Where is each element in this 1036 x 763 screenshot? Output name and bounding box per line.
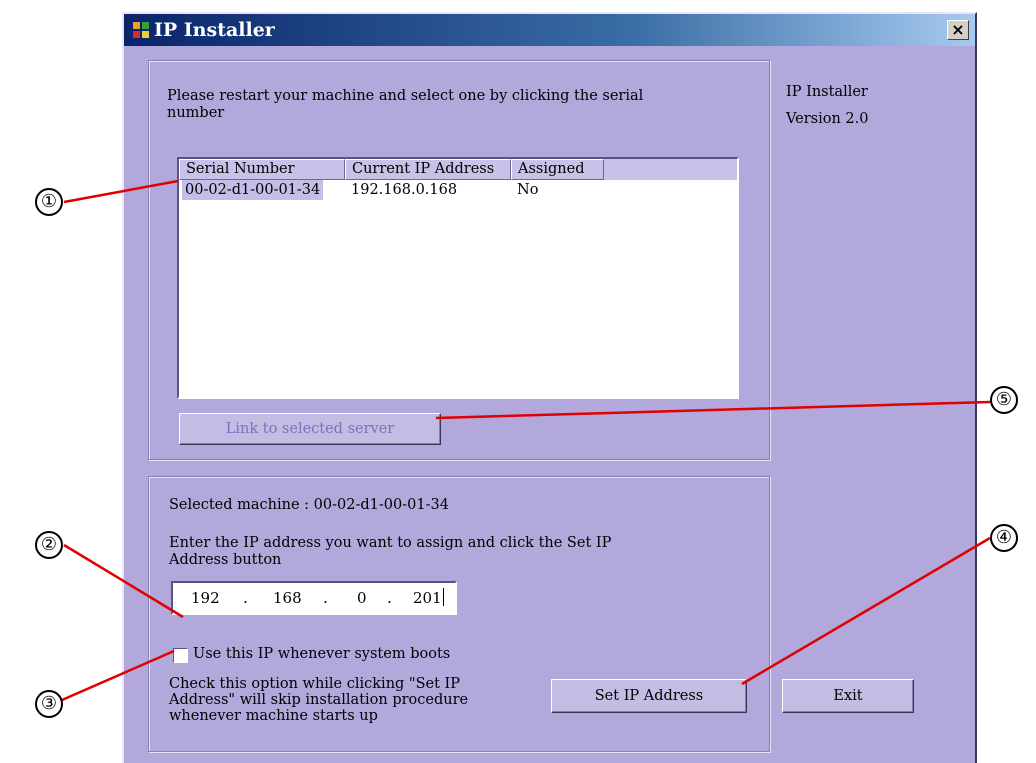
- ip-dot: .: [243, 589, 248, 607]
- use-ip-on-boot-checkbox[interactable]: [173, 648, 188, 663]
- app-icon: [133, 22, 149, 38]
- callout-marker-2: ②: [35, 531, 63, 559]
- ip-address-input[interactable]: 192 . 168 . 0 . 201: [171, 581, 457, 615]
- callout-marker-1: ①: [35, 188, 63, 216]
- restart-prompt: Please restart your machine and select o…: [167, 88, 644, 121]
- title-bar: IP Installer ×: [124, 14, 975, 46]
- ip-octet-4-value: 201: [413, 589, 442, 607]
- close-button[interactable]: ×: [947, 20, 969, 40]
- text-cursor: [442, 588, 444, 606]
- assigned-cell: No: [517, 182, 539, 198]
- ip-octet-3[interactable]: 0: [357, 583, 367, 613]
- app-version: Version 2.0: [786, 111, 869, 127]
- column-assigned[interactable]: Assigned: [511, 159, 604, 180]
- window-title: IP Installer: [154, 19, 275, 41]
- server-list-group: Please restart your machine and select o…: [148, 60, 770, 460]
- app-name: IP Installer: [786, 84, 868, 100]
- selected-machine-label: Selected machine : 00-02-d1-00-01-34: [169, 497, 449, 513]
- ip-octet-2[interactable]: 168: [273, 583, 302, 613]
- ip-installer-window: IP Installer × Please restart your machi…: [122, 12, 977, 763]
- ip-octet-1[interactable]: 192: [191, 583, 220, 613]
- list-item[interactable]: 00-02-d1-00-01-34 192.168.0.168 No: [179, 180, 737, 200]
- app-info: IP Installer Version 2.0: [786, 84, 868, 128]
- ip-dot: .: [323, 589, 328, 607]
- set-ip-address-button[interactable]: Set IP Address: [551, 679, 747, 713]
- serial-number-cell[interactable]: 00-02-d1-00-01-34: [182, 180, 324, 200]
- callout-marker-5: ⑤: [990, 386, 1018, 414]
- current-ip-cell: 192.168.0.168: [351, 182, 458, 198]
- column-current-ip[interactable]: Current IP Address: [345, 159, 511, 180]
- ip-dot: .: [387, 589, 392, 607]
- server-list[interactable]: Serial Number Current IP Address Assigne…: [177, 157, 739, 399]
- callout-marker-3: ③: [35, 690, 63, 718]
- list-header: Serial Number Current IP Address Assigne…: [179, 159, 737, 180]
- callout-marker-4: ④: [990, 524, 1018, 552]
- link-to-selected-server-button[interactable]: Link to selected server: [179, 413, 441, 445]
- enter-ip-instructions: Enter the IP address you want to assign …: [169, 535, 612, 568]
- use-ip-on-boot-label[interactable]: Use this IP whenever system boots: [193, 646, 450, 663]
- ip-octet-4[interactable]: 201: [413, 583, 444, 613]
- assign-ip-group: Selected machine : 00-02-d1-00-01-34 Ent…: [148, 476, 770, 752]
- exit-button[interactable]: Exit: [782, 679, 914, 713]
- column-serial-number[interactable]: Serial Number: [179, 159, 345, 180]
- checkbox-explanation: Check this option while clicking "Set IP…: [169, 676, 469, 724]
